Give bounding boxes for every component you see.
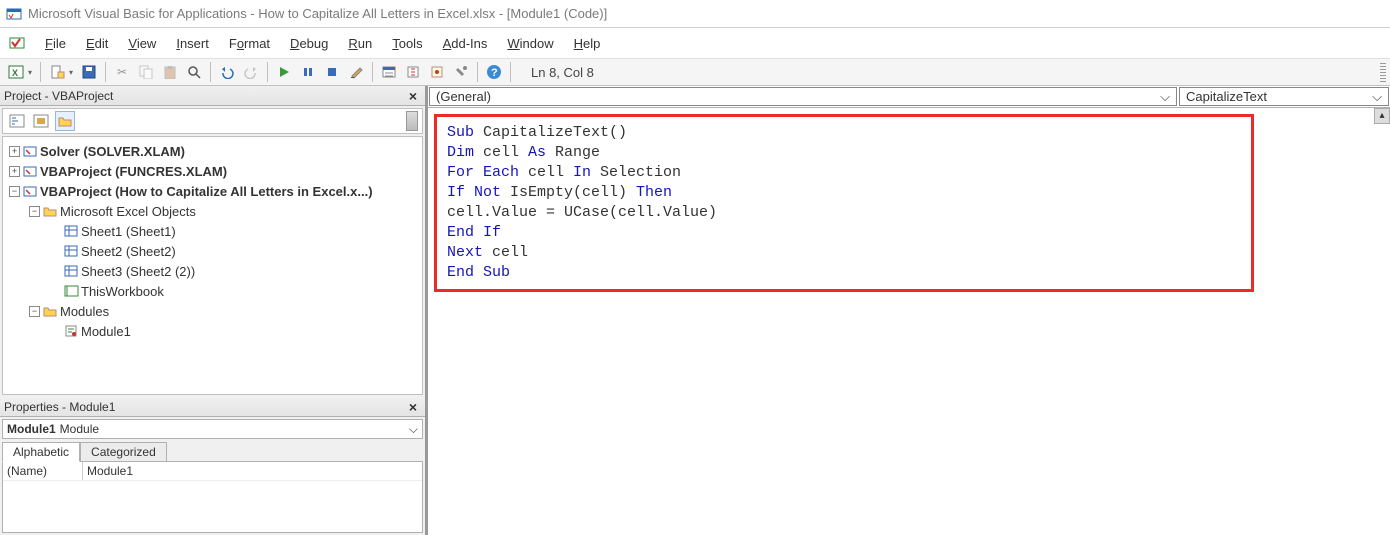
tree-node-sheet1[interactable]: Sheet1 (Sheet1) — [5, 221, 420, 241]
toolbox-icon[interactable] — [449, 60, 473, 84]
reset-icon[interactable] — [320, 60, 344, 84]
window-title: Microsoft Visual Basic for Applications … — [28, 6, 607, 21]
vba-menu-icon — [8, 34, 26, 52]
object-selector[interactable]: Module1 Module ⌵ — [2, 419, 423, 439]
folder-icon — [42, 304, 58, 318]
menu-addins[interactable]: Add-Ins — [434, 32, 497, 55]
menu-file[interactable]: File — [36, 32, 75, 55]
menu-run[interactable]: Run — [339, 32, 381, 55]
menu-debug[interactable]: Debug — [281, 32, 337, 55]
view-excel-icon[interactable]: X — [4, 60, 28, 84]
property-name-value[interactable]: Module1 — [83, 462, 137, 480]
chevron-down-icon[interactable]: ⌵ — [1372, 89, 1382, 105]
menu-insert[interactable]: Insert — [167, 32, 218, 55]
scroll-up-icon[interactable]: ▴ — [1374, 108, 1390, 124]
tree-node-module1[interactable]: Module1 — [5, 321, 420, 341]
menu-tools[interactable]: Tools — [383, 32, 431, 55]
insert-module-icon[interactable] — [45, 60, 69, 84]
collapse-icon[interactable]: − — [29, 206, 40, 217]
break-icon[interactable] — [296, 60, 320, 84]
cursor-position: Ln 8, Col 8 — [523, 65, 1380, 80]
worksheet-icon — [63, 244, 79, 258]
tree-node-funcres[interactable]: + VBAProject (FUNCRES.XLAM) — [5, 161, 420, 181]
code-header: (General) ⌵ CapitalizeText ⌵ — [428, 86, 1390, 108]
procedure-dropdown[interactable]: CapitalizeText ⌵ — [1179, 87, 1389, 106]
project-explorer-icon[interactable] — [377, 60, 401, 84]
excel-dropdown[interactable]: ▾ — [28, 68, 36, 77]
properties-panel-header: Properties - Module1 × — [0, 397, 425, 417]
worksheet-icon — [63, 264, 79, 278]
redo-icon[interactable] — [239, 60, 263, 84]
toggle-folders-icon[interactable] — [55, 111, 75, 131]
title-bar: Microsoft Visual Basic for Applications … — [0, 0, 1390, 28]
properties-panel-title: Properties - Module1 — [4, 400, 115, 414]
project-toolbar — [2, 108, 423, 134]
paste-icon[interactable] — [158, 60, 182, 84]
tree-node-excel-objects[interactable]: − Microsoft Excel Objects — [5, 201, 420, 221]
collapse-icon[interactable]: − — [29, 306, 40, 317]
properties-icon[interactable] — [401, 60, 425, 84]
menu-view[interactable]: View — [119, 32, 165, 55]
project-tree[interactable]: + Solver (SOLVER.XLAM) + VBAProject (FUN… — [2, 136, 423, 395]
worksheet-icon — [63, 224, 79, 238]
copy-icon[interactable] — [134, 60, 158, 84]
tree-node-modules[interactable]: − Modules — [5, 301, 420, 321]
expand-icon[interactable]: + — [9, 166, 20, 177]
property-name-label: (Name) — [3, 462, 83, 480]
cut-icon[interactable]: ✂ — [110, 60, 134, 84]
vba-project-icon — [22, 184, 38, 198]
property-row-name[interactable]: (Name) Module1 — [3, 462, 422, 481]
code-highlight-box: Sub CapitalizeText() Dim cell As Range F… — [434, 114, 1254, 292]
menu-edit[interactable]: Edit — [77, 32, 117, 55]
save-icon[interactable] — [77, 60, 101, 84]
menu-help[interactable]: Help — [565, 32, 610, 55]
svg-text:?: ? — [491, 67, 498, 79]
folder-icon — [42, 204, 58, 218]
tree-node-sheet3[interactable]: Sheet3 (Sheet2 (2)) — [5, 261, 420, 281]
project-toolbar-grip[interactable] — [406, 111, 418, 131]
properties-tabstrip: Alphabetic Categorized — [2, 441, 423, 461]
vba-app-icon — [6, 6, 22, 22]
vba-project-icon — [22, 144, 38, 158]
tree-node-solver[interactable]: + Solver (SOLVER.XLAM) — [5, 141, 420, 161]
project-close-icon[interactable]: × — [405, 88, 421, 104]
project-panel-title: Project - VBAProject — [4, 89, 113, 103]
insert-dropdown[interactable]: ▾ — [69, 68, 77, 77]
chevron-down-icon[interactable]: ⌵ — [409, 422, 418, 437]
view-object-icon[interactable] — [31, 111, 51, 131]
workbook-icon — [63, 284, 79, 298]
standard-toolbar: X ▾ ▾ ✂ ? Ln 8, Col 8 — [0, 58, 1390, 86]
svg-text:X: X — [12, 68, 18, 78]
object-dropdown[interactable]: (General) ⌵ — [429, 87, 1177, 106]
tab-alphabetic[interactable]: Alphabetic — [2, 442, 80, 462]
menu-format[interactable]: Format — [220, 32, 279, 55]
properties-grid[interactable]: (Name) Module1 — [2, 461, 423, 533]
menu-window[interactable]: Window — [498, 32, 562, 55]
collapse-icon[interactable]: − — [9, 186, 20, 197]
project-panel-header: Project - VBAProject × — [0, 86, 425, 106]
module-icon — [63, 324, 79, 338]
vba-project-icon — [22, 164, 38, 178]
code-text[interactable]: Sub CapitalizeText() Dim cell As Range F… — [447, 123, 1241, 283]
tree-node-thisworkbook[interactable]: ThisWorkbook — [5, 281, 420, 301]
tree-node-main-project[interactable]: − VBAProject (How to Capitalize All Lett… — [5, 181, 420, 201]
tree-node-sheet2[interactable]: Sheet2 (Sheet2) — [5, 241, 420, 261]
help-icon[interactable]: ? — [482, 60, 506, 84]
tab-categorized[interactable]: Categorized — [80, 442, 167, 462]
properties-close-icon[interactable]: × — [405, 399, 421, 415]
object-browser-icon[interactable] — [425, 60, 449, 84]
menu-bar: File Edit View Insert Format Debug Run T… — [0, 28, 1390, 58]
view-code-icon[interactable] — [7, 111, 27, 131]
toolbar-grip[interactable] — [1380, 62, 1386, 82]
design-mode-icon[interactable] — [344, 60, 368, 84]
run-icon[interactable] — [272, 60, 296, 84]
find-icon[interactable] — [182, 60, 206, 84]
code-editor[interactable]: ▴ Sub CapitalizeText() Dim cell As Range… — [428, 108, 1390, 535]
chevron-down-icon[interactable]: ⌵ — [1160, 89, 1170, 105]
undo-icon[interactable] — [215, 60, 239, 84]
expand-icon[interactable]: + — [9, 146, 20, 157]
